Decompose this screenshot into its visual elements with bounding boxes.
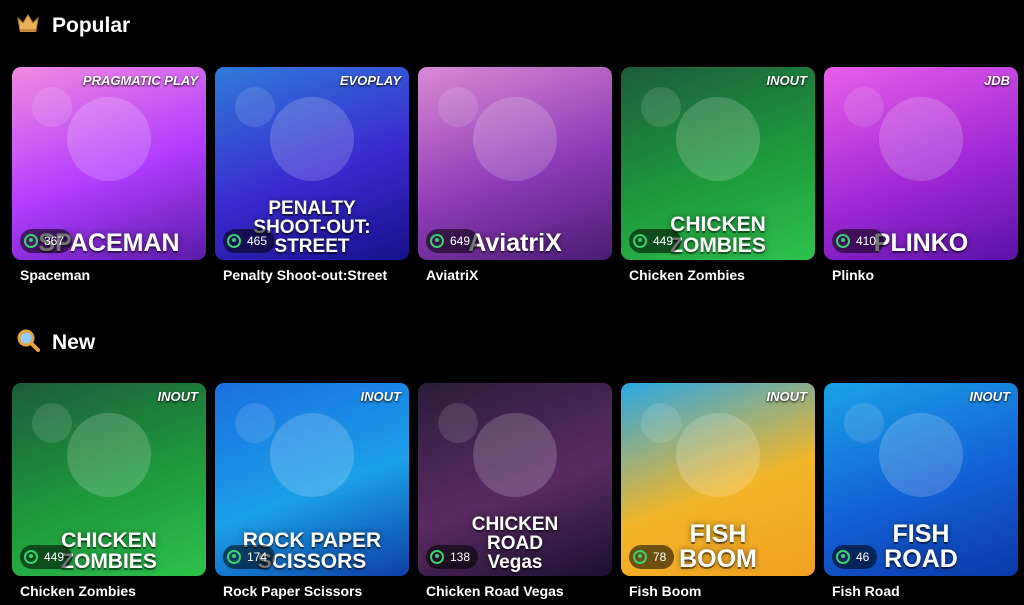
- players-count: 465: [247, 234, 268, 248]
- game-thumbnail[interactable]: EVOPLAY PENALTY SHOOT-OUT: STREET 465: [215, 67, 409, 260]
- provider-logo: INOUT: [360, 389, 401, 404]
- game-thumbnail[interactable]: INOUT CHICKEN ZOMBIES 449: [12, 383, 206, 576]
- artwork-shape: [235, 403, 275, 443]
- players-badge: 449: [629, 229, 682, 253]
- players-count: 410: [856, 234, 877, 248]
- game-card[interactable]: EVOPLAY PENALTY SHOOT-OUT: STREET 465 Penal…: [215, 67, 409, 283]
- players-count: 138: [450, 550, 471, 564]
- game-card[interactable]: INOUT CHICKEN ZOMBIES 449 Chicken Zombies: [12, 383, 206, 599]
- game-thumbnail[interactable]: JDB PLINKO 410: [824, 67, 1018, 260]
- game-thumbnail[interactable]: CHICKEN ROAD Vegas 138: [418, 383, 612, 576]
- artwork-shape: [270, 97, 354, 181]
- user-icon: [633, 234, 647, 248]
- section-title: Popular: [52, 14, 131, 37]
- provider-logo: INOUT: [157, 389, 198, 404]
- game-thumbnail[interactable]: INOUT FISH BOOM 78: [621, 383, 815, 576]
- artwork-shape: [473, 97, 557, 181]
- user-icon: [227, 234, 241, 248]
- game-name[interactable]: Penalty Shoot-out:Street: [215, 267, 409, 283]
- game-name[interactable]: Chicken Zombies: [621, 267, 815, 283]
- game-thumbnail[interactable]: AviatriX 649: [418, 67, 612, 260]
- artwork-shape: [438, 403, 478, 443]
- players-count: 46: [856, 550, 870, 564]
- game-card[interactable]: INOUT CHICKEN ZOMBIES 449 Chicken Zombies: [621, 67, 815, 283]
- user-icon: [430, 550, 444, 564]
- user-icon: [836, 550, 850, 564]
- artwork-shape: [676, 413, 760, 497]
- game-name[interactable]: Fish Road: [824, 583, 1018, 599]
- players-badge: 649: [426, 229, 479, 253]
- artwork-shape: [844, 87, 884, 127]
- artwork-shape: [32, 403, 72, 443]
- game-card[interactable]: CHICKEN ROAD Vegas 138 Chicken Road Vegas: [418, 383, 612, 599]
- artwork-shape: [641, 403, 681, 443]
- game-card[interactable]: INOUT FISH BOOM 78 Fish Boom: [621, 383, 815, 599]
- magnifier-icon: [14, 328, 42, 358]
- players-badge: 138: [426, 545, 479, 569]
- artwork-shape: [879, 97, 963, 181]
- game-name[interactable]: Fish Boom: [621, 583, 815, 599]
- provider-logo: INOUT: [969, 389, 1010, 404]
- provider-logo: INOUT: [766, 73, 807, 88]
- game-name[interactable]: Chicken Road Vegas: [418, 583, 612, 599]
- players-badge: 465: [223, 229, 276, 253]
- user-icon: [24, 234, 38, 248]
- game-thumbnail[interactable]: INOUT CHICKEN ZOMBIES 449: [621, 67, 815, 260]
- user-icon: [430, 234, 444, 248]
- artwork-shape: [270, 413, 354, 497]
- artwork-shape: [67, 413, 151, 497]
- artwork-shape: [844, 403, 884, 443]
- players-badge: 78: [629, 545, 675, 569]
- artwork-shape: [879, 413, 963, 497]
- game-thumbnail[interactable]: INOUT ROCK PAPER SCISSORS 174: [215, 383, 409, 576]
- game-name[interactable]: Rock Paper Scissors: [215, 583, 409, 599]
- game-name[interactable]: AviatriX: [418, 267, 612, 283]
- players-count: 449: [44, 550, 65, 564]
- games-row: PRAGMATIC PLAY SPACEMAN 367 Spaceman EVOPLAY…: [12, 67, 1018, 283]
- artwork-shape: [438, 87, 478, 127]
- players-count: 174: [247, 550, 268, 564]
- game-thumbnail[interactable]: PRAGMATIC PLAY SPACEMAN 367: [12, 67, 206, 260]
- artwork-shape: [67, 97, 151, 181]
- provider-logo: JDB: [983, 73, 1010, 88]
- artwork-shape: [473, 413, 557, 497]
- provider-logo: PRAGMATIC PLAY: [82, 73, 198, 88]
- user-icon: [633, 550, 647, 564]
- players-badge: 174: [223, 545, 276, 569]
- artwork-shape: [641, 87, 681, 127]
- players-count: 367: [44, 234, 65, 248]
- provider-logo: INOUT: [766, 389, 807, 404]
- game-name[interactable]: Plinko: [824, 267, 1018, 283]
- user-icon: [836, 234, 850, 248]
- game-thumbnail[interactable]: INOUT FISH ROAD 46: [824, 383, 1018, 576]
- game-card[interactable]: INOUT ROCK PAPER SCISSORS 174 Rock Paper Sc…: [215, 383, 409, 599]
- artwork-shape: [32, 87, 72, 127]
- game-name[interactable]: Chicken Zombies: [12, 583, 206, 599]
- players-badge: 46: [832, 545, 878, 569]
- players-badge: 367: [20, 229, 73, 253]
- provider-logo: EVOPLAY: [339, 73, 401, 88]
- section-header: New: [14, 328, 95, 358]
- players-count: 78: [653, 550, 667, 564]
- game-card[interactable]: PRAGMATIC PLAY SPACEMAN 367 Spaceman: [12, 67, 206, 283]
- players-badge: 410: [832, 229, 885, 253]
- players-count: 449: [653, 234, 674, 248]
- game-card[interactable]: AviatriX 649 AviatriX: [418, 67, 612, 283]
- games-row: INOUT CHICKEN ZOMBIES 449 Chicken Zombies IN…: [12, 383, 1018, 599]
- section-title: New: [52, 331, 96, 354]
- crown-icon: [14, 12, 42, 40]
- game-card[interactable]: JDB PLINKO 410 Plinko: [824, 67, 1018, 283]
- game-card[interactable]: INOUT FISH ROAD 46 Fish Road: [824, 383, 1018, 599]
- players-count: 649: [450, 234, 471, 248]
- game-name[interactable]: Spaceman: [12, 267, 206, 283]
- section-header: Popular: [14, 12, 130, 40]
- user-icon: [24, 550, 38, 564]
- players-badge: 449: [20, 545, 73, 569]
- artwork-shape: [235, 87, 275, 127]
- user-icon: [227, 550, 241, 564]
- artwork-shape: [676, 97, 760, 181]
